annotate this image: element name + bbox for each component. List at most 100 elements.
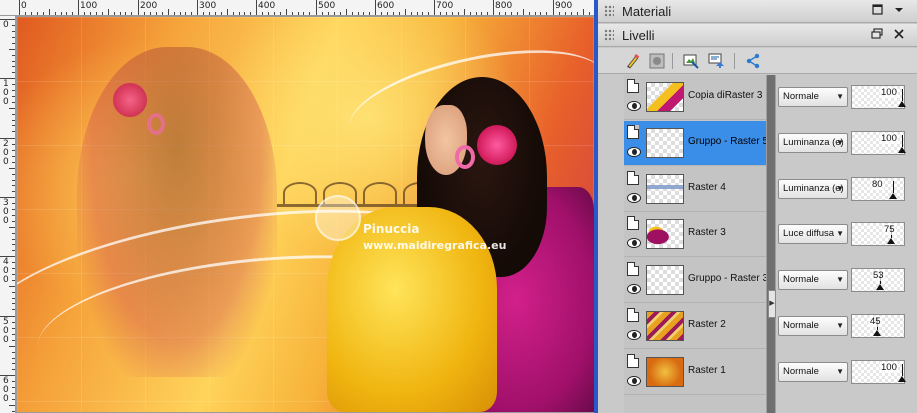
layer-row[interactable]: Raster 4 [624, 167, 766, 212]
ruler-tick [12, 411, 15, 412]
opacity-marker-icon[interactable] [898, 101, 906, 107]
layer-row[interactable]: Gruppo - Raster 3 [624, 258, 769, 303]
layer-thumbnail[interactable] [646, 128, 684, 158]
layer-row[interactable]: Gruppo - Raster 5 [624, 121, 768, 166]
ruler-tick [505, 12, 506, 15]
eye-icon[interactable] [627, 101, 641, 111]
layer-thumbnail[interactable] [646, 311, 684, 341]
layers-scrollbar[interactable] [766, 75, 776, 413]
share-icon[interactable] [744, 52, 762, 70]
layer-row[interactable]: Raster 3 [624, 212, 766, 257]
layer-thumbnail[interactable] [646, 357, 684, 387]
layer-thumbnail[interactable] [646, 82, 684, 112]
layers-panel-header[interactable]: Livelli [598, 24, 917, 47]
scrollbar-thumb[interactable] [767, 75, 775, 413]
layer-type-icon[interactable] [627, 216, 639, 230]
ruler-tick [12, 221, 15, 222]
right-panels: Materiali Livelli Copia diRaster 3 Grupp… [598, 0, 917, 413]
ruler-tick [19, 0, 20, 15]
layer-thumbnail[interactable] [646, 174, 684, 204]
blend-mode-select[interactable]: Luminanza (e) ▼ [778, 179, 848, 199]
eye-icon[interactable] [627, 330, 641, 340]
layer-thumbnail[interactable] [646, 265, 684, 295]
opacity-marker-icon[interactable] [898, 147, 906, 153]
opacity-marker-icon[interactable] [873, 330, 881, 336]
ruler-tick [12, 393, 15, 394]
layer-type-icon[interactable] [627, 125, 639, 139]
blend-mode-select[interactable]: Normale ▼ [778, 316, 848, 336]
restore-icon[interactable] [870, 4, 884, 18]
mask-icon[interactable] [648, 52, 666, 70]
opacity-slider[interactable]: 45 [851, 314, 905, 338]
layer-row[interactable]: Raster 2 [624, 304, 766, 349]
opacity-marker-icon[interactable] [889, 193, 897, 199]
ruler-tick [221, 12, 222, 15]
blend-mode-select[interactable]: Normale ▼ [778, 87, 848, 107]
ruler-tick [78, 0, 79, 15]
blend-mode-select[interactable]: Luminanza (e) ▼ [778, 133, 848, 153]
ruler-tick [12, 387, 15, 388]
ruler-tick [262, 12, 263, 15]
opacity-slider[interactable]: 53 [851, 268, 905, 292]
layer-thumbnail[interactable] [646, 219, 684, 249]
ruler-tick [387, 12, 388, 15]
layer-props-row: Luminanza (e) ▼ 100 [776, 121, 917, 166]
ruler-tick [393, 12, 394, 15]
layer-type-icon[interactable] [627, 262, 639, 276]
ruler-tick [250, 12, 251, 15]
layer-type-icon[interactable] [627, 354, 639, 368]
ruler-tick [316, 0, 317, 15]
eye-icon[interactable] [627, 193, 641, 203]
layer-type-icon[interactable] [627, 308, 639, 322]
opacity-marker-icon[interactable] [876, 284, 884, 290]
watermark-logo-icon [315, 195, 361, 241]
opacity-slider[interactable]: 100 [851, 131, 906, 155]
blend-mode-select[interactable]: Normale ▼ [778, 270, 848, 290]
ruler-label: 700 [436, 1, 454, 11]
layer-type-icon[interactable] [627, 79, 639, 93]
layer-name: Copia diRaster 3 [688, 90, 763, 101]
ruler-tick [12, 150, 15, 151]
ruler-tick [180, 12, 181, 15]
materials-panel-header[interactable]: Materiali [598, 0, 917, 23]
close-icon[interactable] [892, 28, 906, 42]
canvas-image[interactable]: Pinuccia www.maidiregrafica.eu [17, 17, 594, 412]
merge-layers-icon[interactable] [708, 52, 726, 70]
ruler-tick [577, 12, 578, 15]
ruler-tick [328, 12, 329, 15]
eye-icon[interactable] [627, 238, 641, 248]
blend-mode-select[interactable]: Luce diffusa ▼ [778, 224, 848, 244]
opacity-slider[interactable]: 100 [851, 85, 906, 109]
ruler-tick [12, 239, 15, 240]
eye-icon[interactable] [627, 284, 641, 294]
ruler-tick [523, 9, 524, 15]
panel-collapse-arrow-icon[interactable]: ▶ [768, 290, 776, 318]
ruler-tick [233, 12, 234, 15]
layer-row[interactable]: Copia diRaster 3 [624, 75, 766, 120]
ruler-tick [12, 399, 15, 400]
ruler-tick [131, 12, 132, 15]
layer-props-row: Luminanza (e) ▼ 80 [776, 167, 917, 212]
opacity-slider[interactable]: 100 [851, 360, 906, 384]
grip-icon[interactable] [604, 29, 614, 42]
blend-mode-select[interactable]: Normale ▼ [778, 362, 848, 382]
ruler-tick [49, 9, 50, 15]
opacity-slider[interactable]: 75 [851, 222, 905, 246]
opacity-slider[interactable]: 80 [851, 177, 905, 201]
ruler-tick [12, 125, 15, 126]
layer-row[interactable]: Raster 1 [624, 350, 766, 395]
grip-icon[interactable] [604, 5, 614, 18]
layer-properties-icon[interactable] [682, 52, 700, 70]
layer-name: Gruppo - Raster 3 [688, 273, 769, 284]
layers-list: Copia diRaster 3 Gruppo - Raster 5 Raster … [624, 75, 769, 413]
float-panel-icon[interactable] [870, 28, 884, 42]
edit-layer-icon[interactable] [624, 52, 642, 70]
layer-type-icon[interactable] [627, 171, 639, 185]
opacity-marker-icon[interactable] [887, 238, 895, 244]
ruler-tick [9, 286, 15, 287]
ruler-tick [31, 12, 32, 15]
eye-icon[interactable] [627, 147, 641, 157]
opacity-marker-icon[interactable] [898, 376, 906, 382]
eye-icon[interactable] [627, 376, 641, 386]
chevron-down-icon[interactable] [892, 4, 906, 18]
